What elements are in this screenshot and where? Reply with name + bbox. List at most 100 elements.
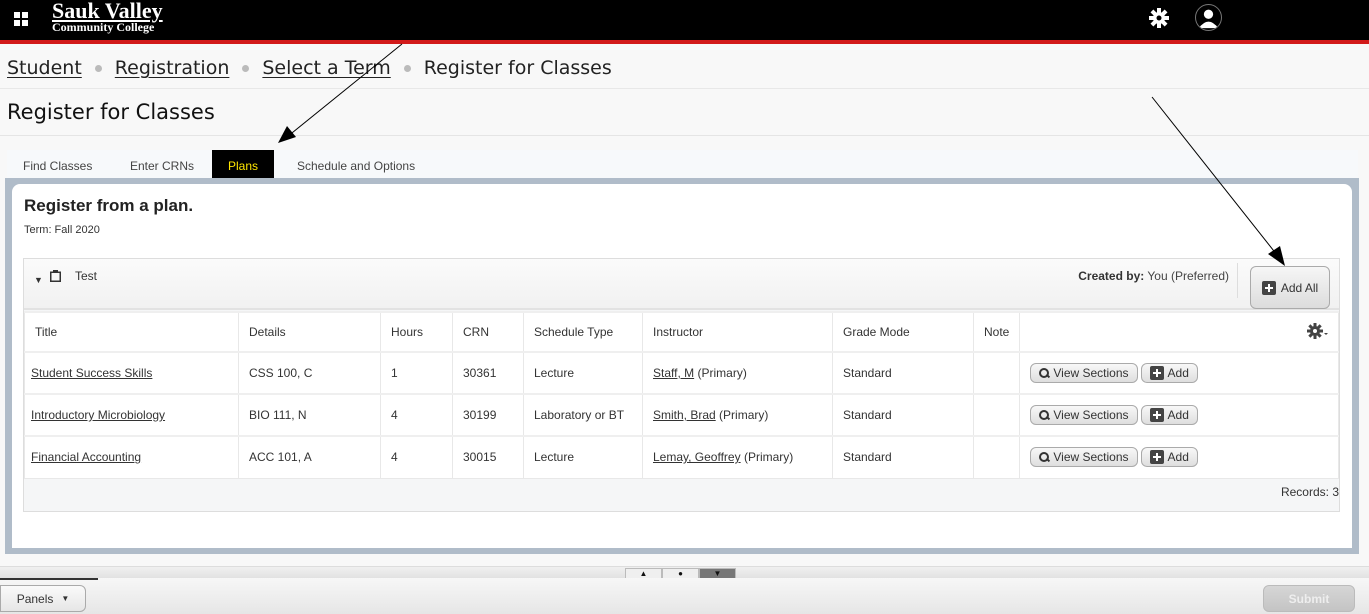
plan-courses-table: Title Details Hours CRN Schedule Type In…	[24, 311, 1339, 479]
breadcrumb-current: Register for Classes	[423, 57, 612, 79]
col-instructor[interactable]: Instructor	[642, 311, 833, 353]
instructor-role: (Primary)	[719, 408, 769, 422]
breadcrumb-student[interactable]: Student	[7, 57, 82, 79]
plus-icon	[1149, 366, 1164, 380]
divider	[1237, 263, 1238, 298]
cell-details: ACC 101, A	[238, 435, 381, 479]
logo-line1: Sauk Valley	[52, 0, 163, 23]
view-sections-button[interactable]: View Sections	[1030, 447, 1138, 468]
cell-actions: View Sections Add	[1019, 435, 1339, 479]
cell-hours: 1	[380, 351, 453, 395]
tab-plans[interactable]: Plans	[212, 150, 275, 178]
cell-grade-mode: Standard	[832, 351, 974, 395]
col-grade-mode[interactable]: Grade Mode	[832, 311, 974, 353]
course-title-link[interactable]: Introductory Microbiology	[31, 408, 165, 422]
breadcrumb: Student Registration Select a Term Regis…	[0, 48, 1369, 89]
term-label: Term: Fall 2020	[24, 224, 100, 236]
tab-find-classes[interactable]: Find Classes	[7, 150, 108, 178]
tab-enter-crns[interactable]: Enter CRNs	[114, 150, 210, 178]
cell-note	[972, 393, 1021, 437]
add-label: Add	[1167, 408, 1189, 422]
collapse-toggle-icon[interactable]: ▼	[34, 275, 43, 285]
breadcrumb-separator	[403, 64, 411, 72]
cell-actions: View Sections Add	[1019, 351, 1339, 395]
college-logo[interactable]: Sauk Valley Community College	[52, 0, 163, 33]
instructor-role: (Primary)	[743, 450, 794, 465]
top-navbar: Sauk Valley Community College	[0, 0, 1369, 44]
grid-menu-icon[interactable]	[14, 12, 28, 26]
plan-container: ▼ Test Created by: You (Preferred) Add A…	[23, 258, 1340, 512]
instructor-link[interactable]: Staff, M	[653, 366, 694, 380]
panel-heading: Register from a plan.	[24, 196, 194, 215]
cell-title: Student Success Skills	[24, 351, 239, 395]
bottom-bar-accent	[0, 578, 98, 580]
cell-instructor: Smith, Brad (Primary)	[642, 393, 833, 437]
clipboard-icon	[50, 270, 61, 282]
cell-crn: 30015	[452, 435, 524, 479]
col-note[interactable]: Note	[972, 311, 1021, 353]
cell-grade-mode: Standard	[832, 393, 974, 437]
view-sections-label: View Sections	[1053, 408, 1129, 422]
gear-icon[interactable]	[1147, 6, 1171, 30]
col-hours[interactable]: Hours	[380, 311, 453, 353]
submit-button[interactable]: Submit	[1263, 585, 1355, 612]
table-row: Student Success Skills CSS 100, C 1 30361 Le…	[24, 351, 1339, 395]
records-count: Records: 3	[1280, 485, 1339, 499]
instructor-link[interactable]: Lemay, Geoffrey	[653, 450, 741, 464]
search-icon	[1039, 410, 1050, 420]
cell-title: Introductory Microbiology	[24, 393, 239, 437]
cell-schedule-type: Lecture	[523, 435, 643, 479]
view-sections-label: View Sections	[1053, 450, 1129, 465]
add-button[interactable]: Add	[1140, 405, 1198, 425]
cell-crn: 30361	[452, 351, 524, 395]
plan-header: ▼ Test Created by: You (Preferred) Add A…	[24, 259, 1339, 310]
cell-schedule-type: Laboratory or BT	[523, 393, 643, 437]
panels-button[interactable]: Panels ▼	[0, 585, 86, 612]
plans-panel: Register from a plan. Term: Fall 2020 ▼ …	[12, 184, 1352, 548]
logo-line2: Community College	[52, 20, 155, 34]
plus-icon	[1149, 450, 1164, 465]
breadcrumb-separator	[94, 64, 102, 72]
table-row: Introductory Microbiology BIO 111, N 4 3019…	[24, 393, 1339, 437]
cell-details: BIO 111, N	[238, 393, 381, 437]
cell-actions: View Sections Add	[1019, 393, 1339, 437]
instructor-role: (Primary)	[697, 366, 747, 380]
col-details[interactable]: Details	[238, 311, 381, 353]
settings-gear-icon[interactable]	[1306, 322, 1330, 340]
add-button[interactable]: Add	[1140, 363, 1198, 383]
chevron-down-icon: ▼	[61, 594, 70, 603]
cell-hours: 4	[380, 393, 453, 437]
col-schedule-type[interactable]: Schedule Type	[523, 311, 643, 353]
add-all-button[interactable]: Add All	[1250, 266, 1330, 309]
table-header-row: Title Details Hours CRN Schedule Type In…	[24, 311, 1339, 353]
instructor-link[interactable]: Smith, Brad	[653, 408, 716, 422]
tabs-bar: Find Classes Enter CRNs Plans Schedule a…	[7, 150, 1358, 178]
view-sections-button[interactable]: View Sections	[1030, 405, 1138, 425]
created-by-label: Created by:	[1078, 269, 1145, 283]
add-label: Add	[1167, 366, 1189, 380]
cell-instructor: Staff, M (Primary)	[642, 351, 833, 395]
search-icon	[1039, 452, 1050, 463]
breadcrumb-registration[interactable]: Registration	[115, 57, 230, 79]
col-title[interactable]: Title	[24, 311, 239, 353]
view-sections-button[interactable]: View Sections	[1030, 363, 1138, 383]
cell-instructor: Lemay, Geoffrey (Primary)	[642, 435, 833, 479]
cell-schedule-type: Lecture	[523, 351, 643, 395]
add-all-label: Add All	[1280, 280, 1319, 295]
plus-icon	[1149, 408, 1164, 422]
breadcrumb-select-term[interactable]: Select a Term	[262, 57, 390, 79]
tab-schedule-options[interactable]: Schedule and Options	[281, 150, 431, 178]
page-title: Register for Classes	[7, 100, 215, 124]
cell-title: Financial Accounting	[24, 435, 239, 479]
breadcrumb-separator	[242, 64, 250, 72]
created-by: Created by: You (Preferred)	[1078, 269, 1229, 283]
course-title-link[interactable]: Financial Accounting	[31, 450, 141, 464]
panels-label: Panels	[16, 591, 54, 606]
cell-hours: 4	[380, 435, 453, 479]
add-button[interactable]: Add	[1140, 447, 1198, 468]
course-title-link[interactable]: Student Success Skills	[31, 366, 152, 380]
col-crn[interactable]: CRN	[452, 311, 524, 353]
table-row: Financial Accounting ACC 101, A 4 30015 Lect…	[24, 435, 1339, 479]
column-settings[interactable]	[1019, 311, 1339, 353]
user-icon[interactable]	[1195, 4, 1222, 31]
